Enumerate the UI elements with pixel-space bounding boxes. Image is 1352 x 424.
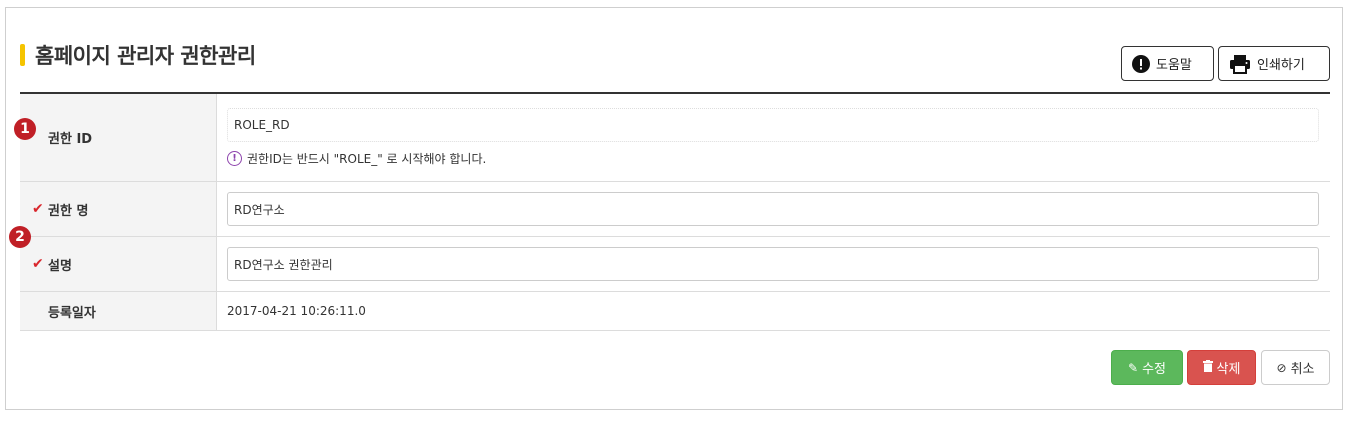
page-title: 홈페이지 관리자 권한관리 (35, 44, 256, 68)
description-value-cell: RD연구소 권한관리 (217, 237, 1330, 291)
reg-date-value: 2017-04-21 10:26:11.0 (227, 304, 366, 318)
delete-button-label: 삭제 (1216, 362, 1241, 377)
role-id-hint-text: 권한ID는 반드시 "ROLE_" 로 시작해야 합니다. (247, 152, 487, 166)
delete-button[interactable]: 삭제 (1187, 350, 1256, 385)
page-header: 홈페이지 관리자 권한관리 (20, 40, 256, 70)
form-row-reg-date: 등록일자 2017-04-21 10:26:11.0 (20, 292, 1330, 331)
edit-icon: ✎ (1128, 360, 1139, 375)
help-button-label: 도움말 (1156, 58, 1192, 73)
cancel-button-label: 취소 (1290, 362, 1315, 377)
role-name-input[interactable]: RD연구소 (227, 192, 1319, 226)
role-name-label: ✔ 권한 명 (20, 182, 217, 236)
description-label: ✔ 설명 (20, 237, 217, 291)
trash-icon (1202, 360, 1213, 375)
role-id-label: 권한 ID (20, 94, 217, 181)
help-button[interactable]: 도움말 (1121, 46, 1214, 81)
role-id-hint: ! 권한ID는 반드시 "ROLE_" 로 시작해야 합니다. (227, 150, 1320, 167)
ban-icon: ⊘ (1276, 360, 1287, 375)
role-id-field[interactable]: ROLE_RD (227, 108, 1319, 142)
form-row-description: ✔ 설명 RD연구소 권한관리 (20, 237, 1330, 292)
role-name-value-cell: RD연구소 (217, 182, 1330, 236)
role-form-table: 권한 ID ROLE_RD ! 권한ID는 반드시 "ROLE_" 로 시작해야… (20, 92, 1330, 331)
description-input[interactable]: RD연구소 권한관리 (227, 247, 1319, 281)
exclamation-circle-icon: ! (227, 151, 242, 166)
form-row-role-name: ✔ 권한 명 RD연구소 (20, 182, 1330, 237)
reg-date-label: 등록일자 (20, 292, 217, 330)
title-accent-bar (20, 44, 25, 66)
annotation-badge-2: 2 (9, 226, 31, 248)
cancel-button[interactable]: ⊘ 취소 (1261, 350, 1330, 385)
exclamation-circle-icon (1132, 54, 1150, 73)
printer-icon (1229, 54, 1251, 74)
edit-button-label: 수정 (1142, 362, 1166, 377)
check-icon: ✔ (32, 256, 44, 272)
edit-button[interactable]: ✎ 수정 (1111, 350, 1183, 385)
form-row-role-id: 권한 ID ROLE_RD ! 권한ID는 반드시 "ROLE_" 로 시작해야… (20, 94, 1330, 182)
check-icon: ✔ (32, 201, 44, 217)
annotation-badge-1: 1 (14, 118, 36, 140)
print-button[interactable]: 인쇄하기 (1218, 46, 1330, 81)
reg-date-value-cell: 2017-04-21 10:26:11.0 (217, 292, 1330, 330)
role-id-value-cell: ROLE_RD ! 권한ID는 반드시 "ROLE_" 로 시작해야 합니다. (217, 94, 1330, 181)
print-button-label: 인쇄하기 (1257, 58, 1305, 73)
